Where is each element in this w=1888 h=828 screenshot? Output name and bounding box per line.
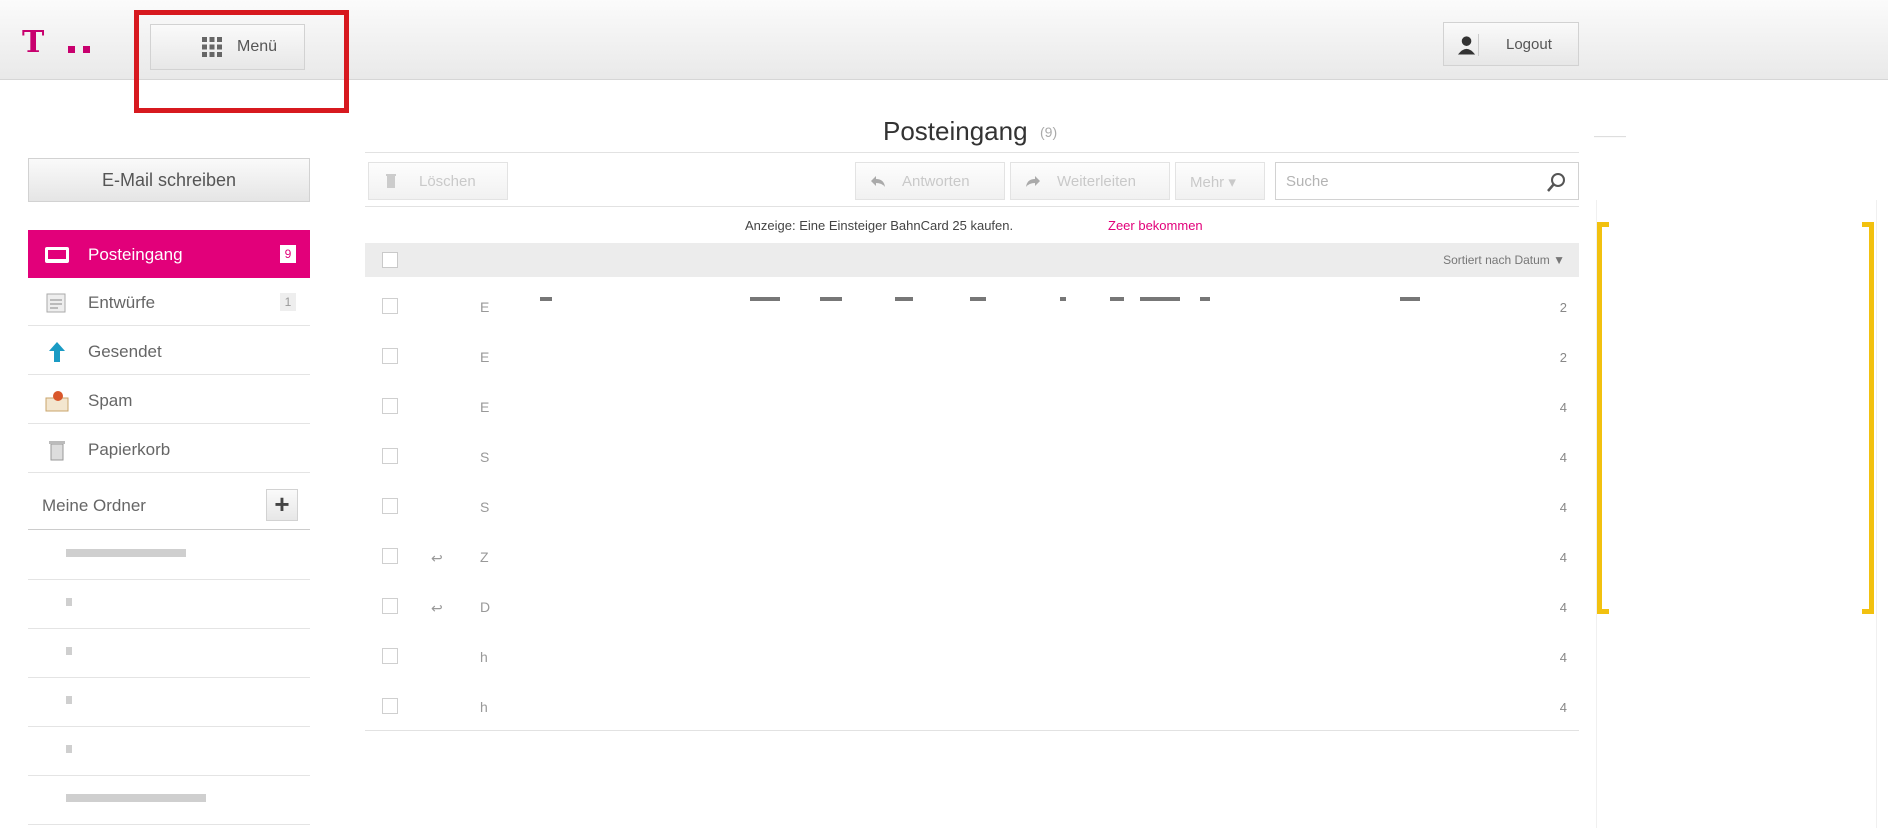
search-input[interactable] [1286,171,1516,191]
message-row[interactable]: E 4 [365,389,1579,439]
row-checkbox[interactable] [382,448,398,464]
my-folders-header: Meine Ordner + [28,480,310,530]
message-row[interactable]: ↩ Z 4 [365,539,1579,589]
row-date: 4 [1559,550,1567,565]
row-sender: E [480,349,490,365]
unread-badge: 9 [280,245,296,263]
count-badge: 1 [280,293,296,311]
reply-icon [871,176,885,187]
delete-label: Löschen [419,173,476,190]
sent-icon [49,342,65,362]
page-title: Posteingang [883,116,1028,146]
telekom-logo[interactable]: T [22,28,112,58]
row-sender: E [480,399,490,415]
row-sender: h [480,699,488,715]
draft-icon [46,293,66,313]
row-sender: D [480,599,491,615]
row-checkbox[interactable] [382,298,398,314]
blurred-subject [540,297,1420,301]
message-row[interactable]: E 2 [365,289,1579,339]
row-checkbox[interactable] [382,648,398,664]
trash-icon [49,441,65,461]
row-sender: E [480,299,490,315]
custom-folder[interactable] [28,629,310,678]
ad-bracket-right [1862,222,1874,614]
message-row[interactable]: S 4 [365,489,1579,539]
custom-folder[interactable] [28,776,310,825]
folder-name: Papierkorb [88,440,171,459]
inbox-icon [45,247,69,263]
logout-label: Logout [1506,36,1552,53]
divider [365,730,1579,731]
row-date: 4 [1559,600,1567,615]
row-sender: Z [480,549,489,565]
row-sender: S [480,449,490,465]
trash-icon [386,174,396,188]
folder-drafts[interactable]: Entwürfe 1 [28,278,310,326]
folder-spam[interactable]: Spam [28,376,310,424]
row-checkbox[interactable] [382,598,398,614]
my-folders-label: Meine Ordner [42,496,146,515]
folder-trash[interactable]: Papierkorb [28,425,310,473]
row-date: 2 [1559,350,1567,365]
ad-bracket-left [1597,222,1609,614]
folder-inbox[interactable]: Posteingang 9 [28,230,310,278]
forward-label: Weiterleiten [1057,173,1136,190]
reply-label: Antworten [902,173,970,190]
custom-folder[interactable] [28,727,310,776]
folder-name: Posteingang [88,245,183,264]
inbox-count: (9) [1040,124,1058,140]
row-date: 4 [1559,500,1567,515]
row-checkbox[interactable] [382,698,398,714]
search-icon[interactable] [1546,171,1568,193]
ad-label: ———— [1594,132,1626,141]
folder-name: Spam [88,391,133,410]
folder-sent[interactable]: Gesendet [28,327,310,375]
more-button[interactable]: Mehr ▾ [1175,162,1265,200]
folder-name: Gesendet [88,342,162,361]
row-checkbox[interactable] [382,348,398,364]
forward-button[interactable]: Weiterleiten [1010,162,1170,200]
custom-folder[interactable] [28,531,310,580]
row-date: 4 [1559,450,1567,465]
spam-icon [45,391,69,412]
row-date: 2 [1559,300,1567,315]
delete-button[interactable]: Löschen [368,162,508,200]
ad-panel-border [1876,200,1877,828]
select-all-checkbox[interactable] [382,252,398,268]
message-row[interactable]: h 4 [365,689,1579,739]
ad-link[interactable]: Zeer bekommen [1108,218,1203,233]
compose-button[interactable]: E-Mail schreiben [28,158,310,202]
custom-folder[interactable] [28,678,310,727]
row-checkbox[interactable] [382,398,398,414]
folder-name: Entwürfe [88,293,156,312]
ad-text: Anzeige: Eine Einsteiger BahnCard 25 kau… [745,218,1014,233]
row-checkbox[interactable] [382,548,398,564]
message-row[interactable]: E 2 [365,339,1579,389]
more-label: Mehr ▾ [1190,174,1236,191]
row-date: 4 [1559,700,1567,715]
row-checkbox[interactable] [382,498,398,514]
row-sender: S [480,499,490,515]
reply-button[interactable]: Antworten [855,162,1005,200]
menu-highlight-annotation [134,10,349,113]
sort-dropdown[interactable]: Sortiert nach Datum ▼ [1443,253,1565,267]
add-folder-button[interactable]: + [266,489,298,521]
divider [365,206,1579,207]
forward-icon [1026,176,1040,187]
message-row[interactable]: h 4 [365,639,1579,689]
row-date: 4 [1559,650,1567,665]
divider [365,152,1579,153]
message-row[interactable]: S 4 [365,439,1579,489]
message-list-header: Sortiert nach Datum ▼ [365,243,1579,277]
replied-icon: ↩ [431,600,443,616]
message-row[interactable]: ↩ D 4 [365,589,1579,639]
replied-icon: ↩ [431,550,443,566]
search-field[interactable] [1275,162,1579,200]
custom-folder[interactable] [28,580,310,629]
logout-button[interactable]: Logout [1443,22,1579,66]
user-icon [1457,34,1479,56]
row-date: 4 [1559,400,1567,415]
row-sender: h [480,649,488,665]
